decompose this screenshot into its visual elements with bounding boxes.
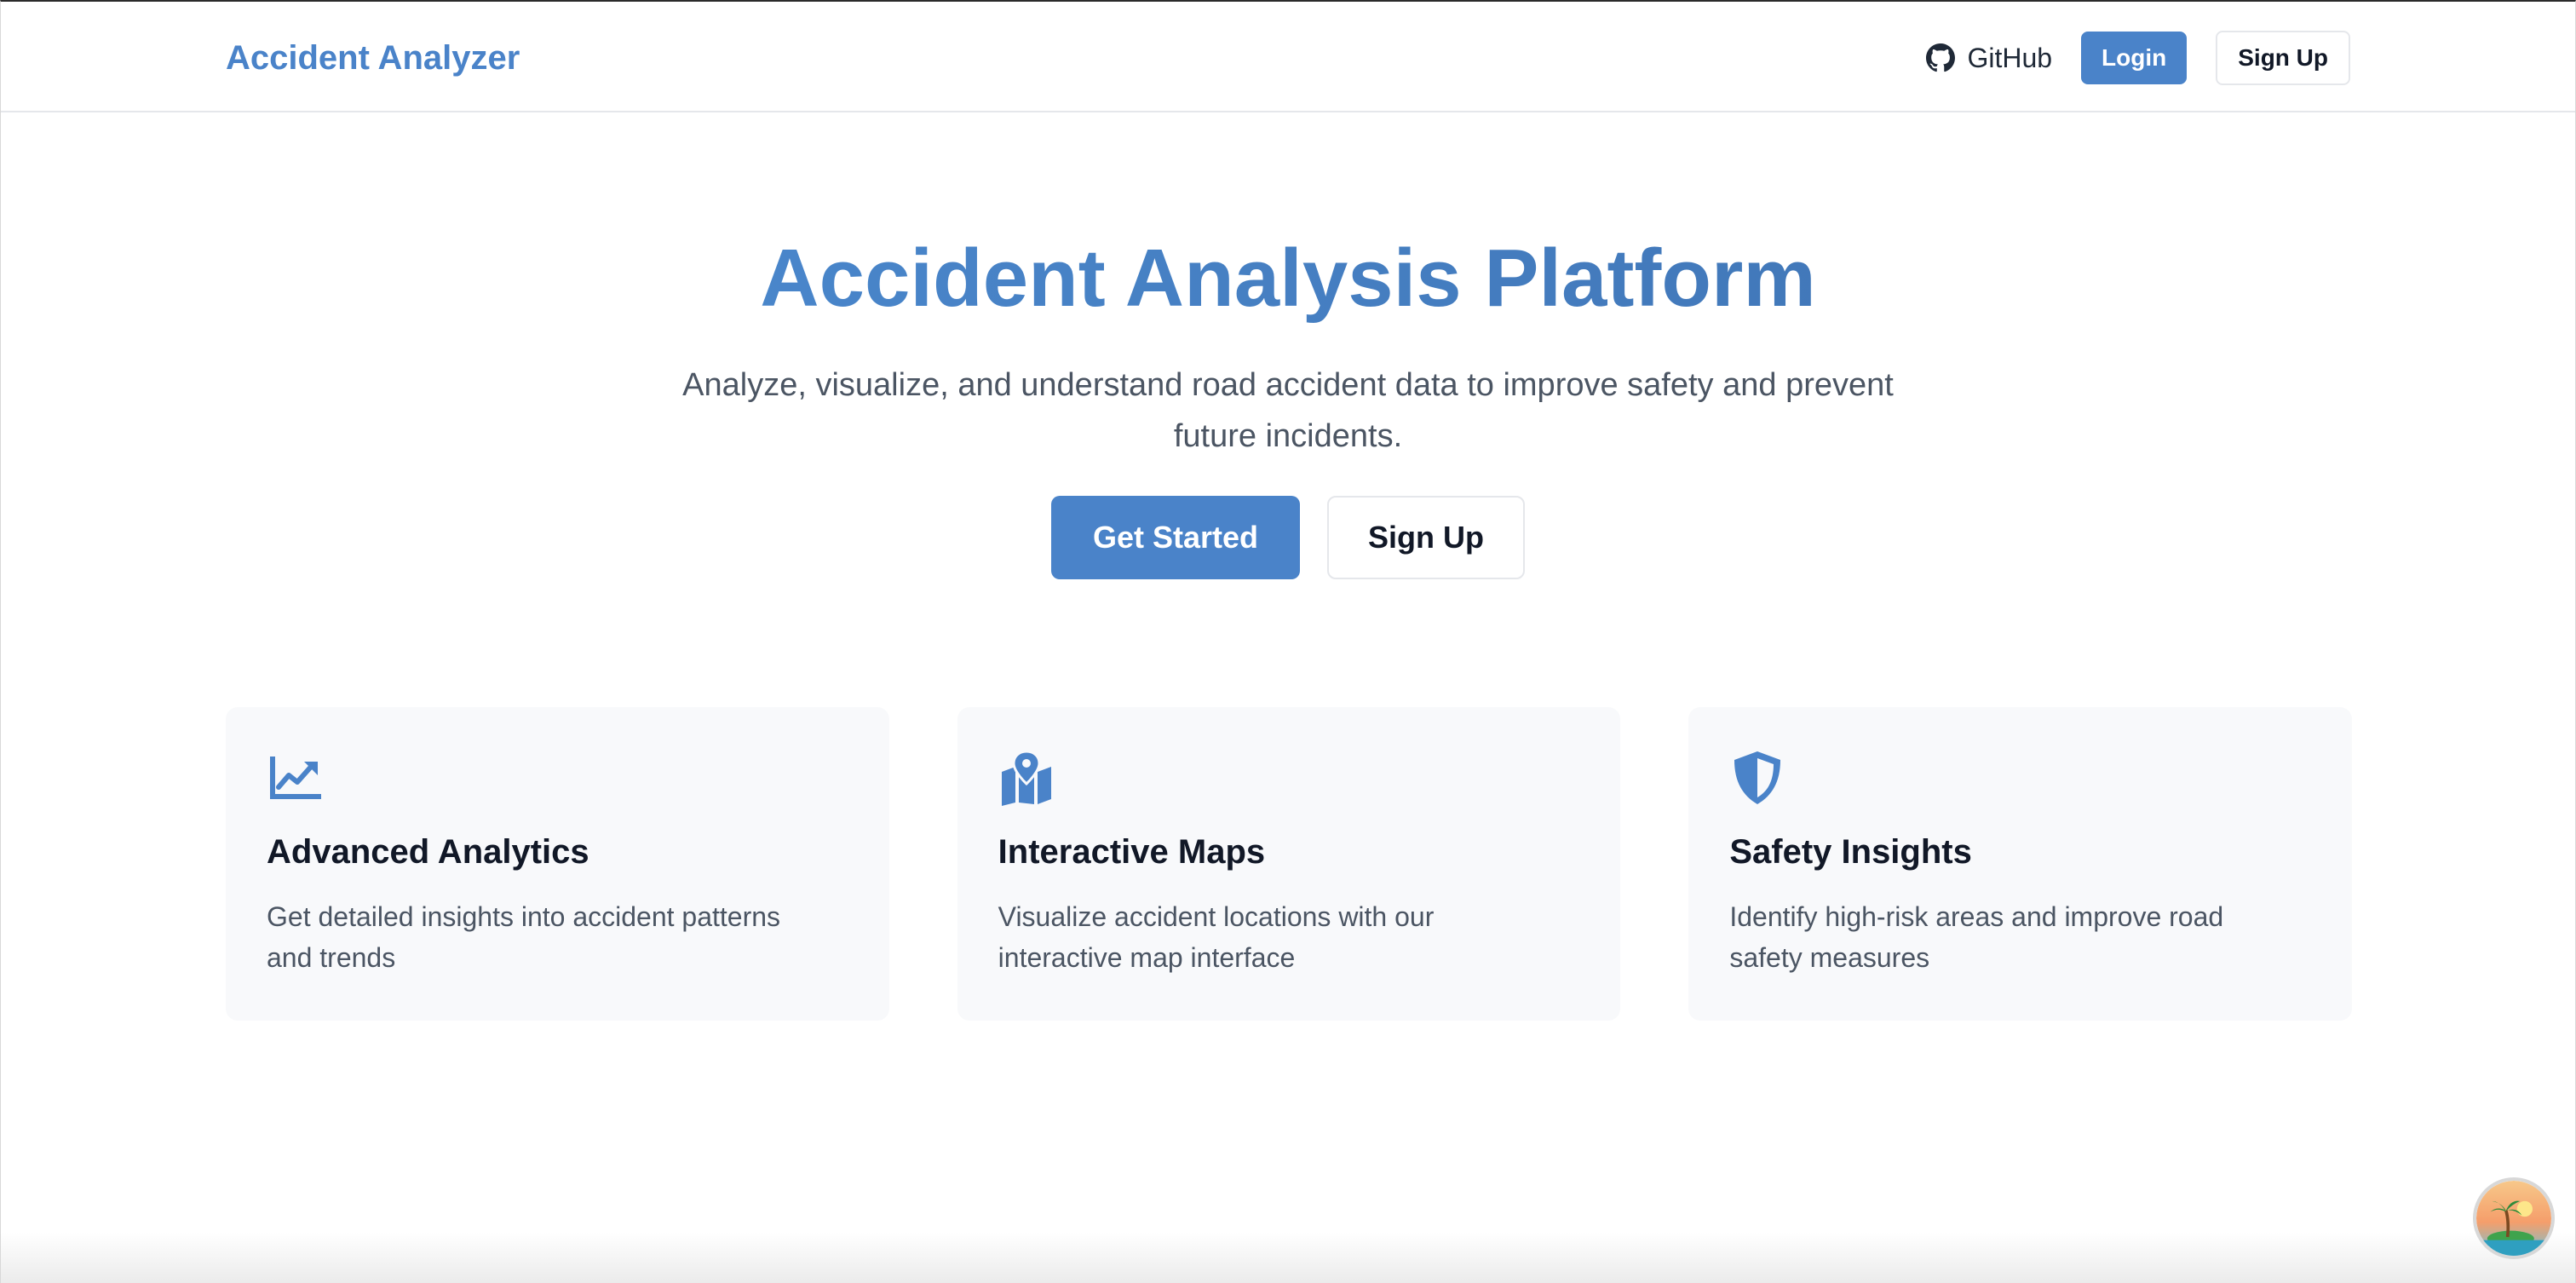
map-location-icon xyxy=(998,750,1055,806)
hero-section: Accident Analysis Platform Analyze, visu… xyxy=(1,232,2575,579)
get-started-button[interactable]: Get Started xyxy=(1051,496,1300,579)
hero-title: Accident Analysis Platform xyxy=(1,232,2575,325)
hero-subtitle: Analyze, visualize, and understand road … xyxy=(682,367,1894,454)
feature-text: Visualize accident locations with our in… xyxy=(998,901,1435,973)
brand-logo-link[interactable]: Accident Analyzer xyxy=(226,36,520,80)
login-button[interactable]: Login xyxy=(2081,32,2188,84)
bottom-shadow xyxy=(1,1232,2575,1283)
shield-icon xyxy=(1729,750,1785,806)
island-avatar-icon xyxy=(2476,1181,2551,1256)
github-label: GitHub xyxy=(1967,42,2053,73)
hero-signup-button[interactable]: Sign Up xyxy=(1327,496,1525,579)
header-signup-button[interactable]: Sign Up xyxy=(2216,31,2350,85)
feature-card-maps: Interactive Maps Visualize accident loca… xyxy=(957,707,1621,1021)
features-grid: Advanced Analytics Get detailed insights… xyxy=(226,707,2353,1021)
hero-actions: Get Started Sign Up xyxy=(1,496,2575,579)
feature-title: Advanced Analytics xyxy=(267,833,589,871)
nav-actions: GitHub Login Sign Up xyxy=(1926,31,2350,85)
feature-text: Identify high-risk areas and improve roa… xyxy=(1729,901,2224,973)
floating-assistant-button[interactable] xyxy=(2473,1177,2555,1259)
github-icon xyxy=(1926,43,1956,72)
feature-card-analytics: Advanced Analytics Get detailed insights… xyxy=(226,707,889,1021)
top-navbar: Accident Analyzer GitHub Login Sign Up xyxy=(1,2,2575,112)
feature-title: Safety Insights xyxy=(1729,833,1972,871)
github-link[interactable]: GitHub xyxy=(1926,43,2052,74)
feature-card-safety: Safety Insights Identify high-risk areas… xyxy=(1688,707,2353,1021)
feature-text: Get detailed insights into accident patt… xyxy=(267,901,781,973)
feature-title: Interactive Maps xyxy=(998,833,1266,871)
page: Accident Analyzer GitHub Login Sign Up A… xyxy=(0,0,2576,1283)
chart-line-icon xyxy=(267,750,323,806)
